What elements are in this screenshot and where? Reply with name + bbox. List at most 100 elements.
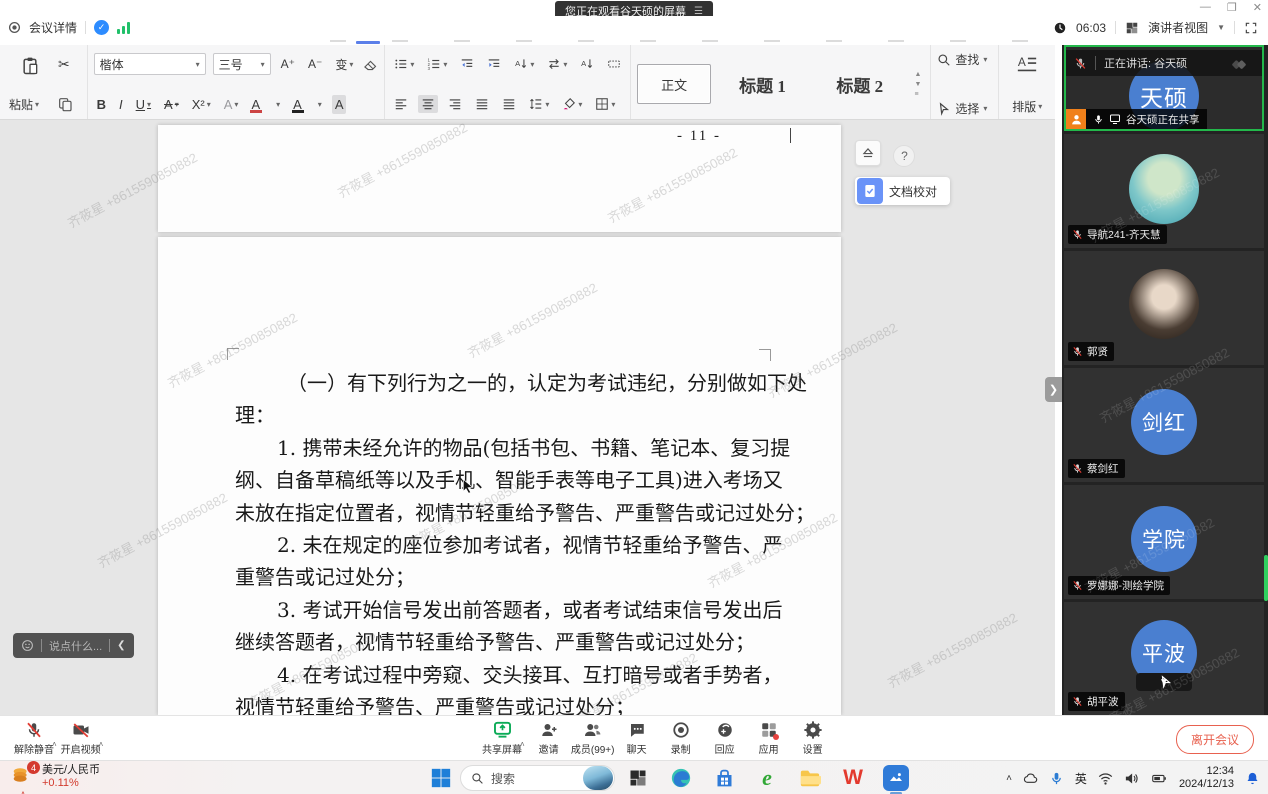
maximize-button[interactable]: ❐ [1227, 1, 1237, 14]
network-signal-icon[interactable] [117, 22, 130, 34]
share-options-caret[interactable]: ˄ [520, 740, 525, 749]
typeset-button[interactable]: 排版▾ [1009, 96, 1045, 117]
record-button[interactable]: 录制 [659, 717, 703, 759]
style-heading1[interactable]: 标题 1 [717, 64, 808, 104]
chat-button[interactable]: 聊天 [615, 717, 659, 759]
file-explorer-icon[interactable] [797, 765, 823, 791]
outdent-button[interactable] [457, 55, 477, 73]
quick-chat-pill[interactable]: 说点什么... ❮ [13, 633, 134, 658]
tray-expand-caret[interactable]: ˄ [1006, 773, 1012, 784]
meeting-info-link[interactable]: 会议详情 [29, 19, 77, 36]
indent-button[interactable] [484, 55, 504, 73]
document-proofread-button[interactable]: 文档校对 [855, 177, 950, 205]
strikethrough-button[interactable]: A▾ [161, 95, 182, 114]
apps-button[interactable]: 应用 [747, 717, 791, 759]
start-button[interactable] [430, 767, 452, 789]
style-heading2[interactable]: 标题 2 [814, 64, 905, 104]
close-button[interactable]: ✕ [1253, 1, 1262, 14]
styles-scroll-up[interactable]: ▲ [914, 71, 921, 78]
unmute-button[interactable]: 解除静音 [12, 717, 56, 759]
eject-panel-button[interactable] [855, 140, 881, 166]
char-width-button[interactable] [604, 55, 624, 73]
invite-button[interactable]: 邀请 [527, 717, 571, 759]
task-view-button[interactable] [625, 765, 651, 791]
phonetic-guide-button[interactable]: 变▾ [332, 54, 356, 75]
taskbar-widget[interactable]: 4 ˄ 美元/人民币 +0.11% [10, 764, 100, 790]
start-video-button[interactable]: 开启视频 [59, 717, 103, 759]
input-language-indicator[interactable]: 英 [1075, 770, 1087, 787]
swap-direction-button[interactable]: ▾ [544, 55, 570, 73]
video-options-caret[interactable]: ˄ [99, 740, 104, 749]
taskbar-clock[interactable]: 12:34 2024/12/13 [1179, 765, 1234, 791]
underline-button[interactable]: U▾ [133, 95, 154, 114]
fullscreen-icon[interactable] [1244, 21, 1258, 35]
char-shading-button[interactable]: A [332, 95, 347, 114]
shading-button[interactable]: ▾ [559, 95, 585, 113]
align-center-button[interactable] [418, 95, 438, 113]
internet-explorer-icon[interactable]: e [754, 765, 780, 791]
highlight-pen-button[interactable]: A▾ [248, 95, 283, 114]
document-canvas[interactable]: - 11 - （一）有下列行为之一的，认定为考试违纪，分别做如下处 理： 1. … [0, 120, 1055, 715]
mic-options-caret[interactable]: ˄ [52, 740, 57, 749]
numbered-list-button[interactable]: ▾ [424, 55, 450, 73]
find-button[interactable]: 查找▾ [937, 51, 992, 68]
clear-format-eraser-icon[interactable] [363, 57, 378, 72]
select-button[interactable]: 选择▾ [937, 100, 992, 117]
view-mode-select[interactable]: 演讲者视图 [1148, 19, 1208, 36]
edge-browser-icon[interactable] [668, 765, 694, 791]
borders-button[interactable]: ▾ [592, 95, 618, 113]
font-name-combo[interactable]: 楷体▾ [94, 53, 206, 75]
italic-button[interactable]: I [116, 95, 126, 114]
paste-label[interactable]: 粘贴▾ [6, 94, 42, 115]
onedrive-cloud-icon[interactable] [1023, 771, 1038, 786]
bullet-list-button[interactable]: ▾ [391, 55, 417, 73]
participant-tile[interactable]: 平波 ▼ 胡平波 [1064, 602, 1264, 715]
styles-gallery-open[interactable]: ≡ [914, 91, 921, 98]
chat-input-placeholder[interactable]: 说点什么... [49, 638, 102, 654]
security-shield-icon[interactable]: ✓ [94, 20, 109, 35]
superscript-button[interactable]: X²▾ [189, 95, 214, 114]
styles-scroll-down[interactable]: ▼ [914, 81, 921, 88]
asian-layout-button[interactable]: ▾ [511, 55, 537, 73]
font-color-button[interactable]: A▾ [290, 95, 325, 114]
copy-icon[interactable] [57, 96, 73, 112]
volume-icon[interactable] [1124, 771, 1139, 786]
paste-button[interactable] [20, 52, 40, 76]
chat-collapse-icon[interactable]: ❮ [117, 640, 125, 651]
participant-tile-sharing[interactable]: 天硕 正在讲话: 谷天硕 谷天硕正在共享 [1064, 45, 1264, 131]
notifications-bell-icon[interactable] [1245, 771, 1260, 786]
microsoft-store-icon[interactable] [711, 765, 737, 791]
line-spacing-button[interactable]: ▾ [526, 95, 552, 113]
bold-button[interactable]: B [94, 95, 109, 114]
sidebar-scrollbar[interactable] [1264, 555, 1268, 601]
participant-tile[interactable]: 郭贤 [1064, 251, 1264, 365]
sidebar-expand-handle[interactable]: ❯ [1045, 377, 1062, 402]
wifi-icon[interactable] [1098, 771, 1113, 786]
reactions-button[interactable]: 回应 [703, 717, 747, 759]
help-button[interactable]: ? [893, 145, 915, 167]
distribute-button[interactable] [499, 95, 519, 113]
text-effects-button[interactable]: A▾ [221, 95, 242, 114]
increase-font-button[interactable]: A⁺ [278, 55, 298, 73]
participant-tile[interactable]: 导航241-齐天慧 [1064, 134, 1264, 248]
tencent-meeting-icon[interactable] [883, 765, 909, 791]
banner-menu-icon[interactable]: ☰ [694, 6, 703, 17]
members-button[interactable]: 成员(99+) [571, 717, 615, 759]
participant-tile[interactable]: 剑红 蔡剑红 [1064, 368, 1264, 482]
cut-button[interactable]: ✂ [55, 54, 73, 75]
wps-office-icon[interactable]: W [840, 765, 866, 791]
font-size-combo[interactable]: 三号▾ [213, 53, 271, 75]
chevron-down-icon[interactable]: ▼ [1217, 23, 1225, 32]
align-justify-button[interactable] [472, 95, 492, 113]
sort-button[interactable] [577, 55, 597, 73]
taskbar-search-box[interactable]: 搜索 [460, 765, 615, 791]
style-normal[interactable]: 正文 [637, 64, 710, 104]
minimize-button[interactable]: — [1200, 1, 1211, 14]
battery-icon[interactable] [1150, 771, 1168, 786]
tray-mic-icon[interactable] [1049, 771, 1064, 786]
settings-button[interactable]: 设置 [791, 717, 835, 759]
sidebar-collapse-button[interactable]: ▼ [1136, 673, 1192, 691]
leave-meeting-button[interactable]: 离开会议 [1176, 725, 1254, 754]
participant-tile[interactable]: 学院 罗娜娜-测绘学院 [1064, 485, 1264, 599]
align-left-button[interactable] [391, 95, 411, 113]
